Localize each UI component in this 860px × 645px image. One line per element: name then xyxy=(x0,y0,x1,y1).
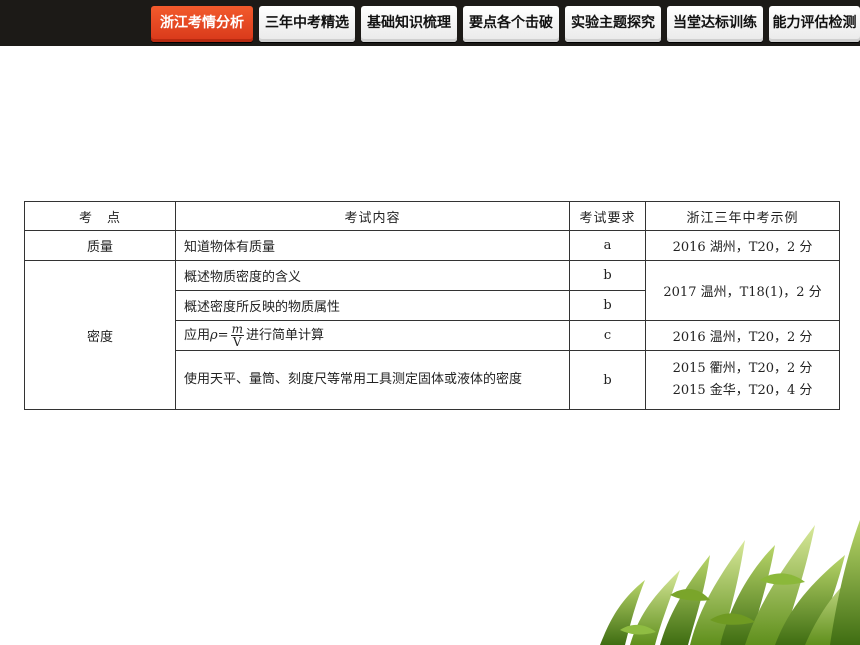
content-cell: 使用天平、量筒、刻度尺等常用工具测定固体或液体的密度 xyxy=(175,350,570,410)
tab-key-points[interactable]: 要点各个击破 xyxy=(463,6,559,42)
tab-zhejiang-analysis[interactable]: 浙江考情分析 xyxy=(151,6,253,42)
density-formula-lhs: ρ= xyxy=(210,328,229,343)
content-suffix: 进行简单计算 xyxy=(245,328,324,343)
content-cell: 应用ρ= m V 进行简单计算 xyxy=(175,320,570,351)
example-cell: 2015 衢州，T20，2 分 2015 金华，T20，4 分 xyxy=(645,350,840,410)
header-content: 考试内容 xyxy=(175,201,570,231)
tab-three-year-exams[interactable]: 三年中考精选 xyxy=(259,6,355,42)
topic-cell: 质量 xyxy=(24,230,176,261)
requirement-cell: b xyxy=(569,350,646,410)
content-cell: 知道物体有质量 xyxy=(175,230,570,261)
requirement-cell: b xyxy=(569,290,646,321)
tab-basic-knowledge[interactable]: 基础知识梳理 xyxy=(361,6,457,42)
table-row: 质量 知道物体有质量 a 2016 湖州，T20，2 分 xyxy=(24,230,840,261)
tab-ability-assessment[interactable]: 能力评估检测 xyxy=(769,6,860,42)
header-examples: 浙江三年中考示例 xyxy=(645,201,840,231)
example-cell: 2017 温州，T18(1)，2 分 xyxy=(645,260,840,321)
tab-classroom-training[interactable]: 当堂达标训练 xyxy=(667,6,763,42)
exam-points-table: 考 点 考试内容 考试要求 浙江三年中考示例 质量 知道物体有质量 a 2016… xyxy=(24,201,840,410)
density-formula-fraction: mV xyxy=(230,323,244,349)
top-nav-bar: 浙江考情分析 三年中考精选 基础知识梳理 要点各个击破 实验主题探究 当堂达标训… xyxy=(0,0,860,46)
content-cell: 概述物质密度的含义 xyxy=(175,260,570,291)
example-line: 2015 金华，T20，4 分 xyxy=(672,383,813,398)
topic-cell: 密度 xyxy=(24,260,176,410)
content-prefix: 应用 xyxy=(184,328,211,343)
table-header-row: 考 点 考试内容 考试要求 浙江三年中考示例 xyxy=(24,201,840,231)
tab-experiment-inquiry[interactable]: 实验主题探究 xyxy=(565,6,661,42)
content-cell: 概述密度所反映的物质属性 xyxy=(175,290,570,321)
example-cell: 2016 温州，T20，2 分 xyxy=(645,320,840,351)
example-cell: 2016 湖州，T20，2 分 xyxy=(645,230,840,261)
example-line: 2015 衢州，T20，2 分 xyxy=(672,361,813,376)
plant-decoration-icon xyxy=(600,520,860,645)
requirement-cell: b xyxy=(569,260,646,291)
header-topic: 考 点 xyxy=(24,201,176,231)
requirement-cell: c xyxy=(569,320,646,351)
header-requirement: 考试要求 xyxy=(569,201,646,231)
requirement-cell: a xyxy=(569,230,646,261)
table-row: 密度 概述物质密度的含义 b 2017 温州，T18(1)，2 分 xyxy=(24,260,840,410)
formula-denominator: V xyxy=(232,335,242,349)
